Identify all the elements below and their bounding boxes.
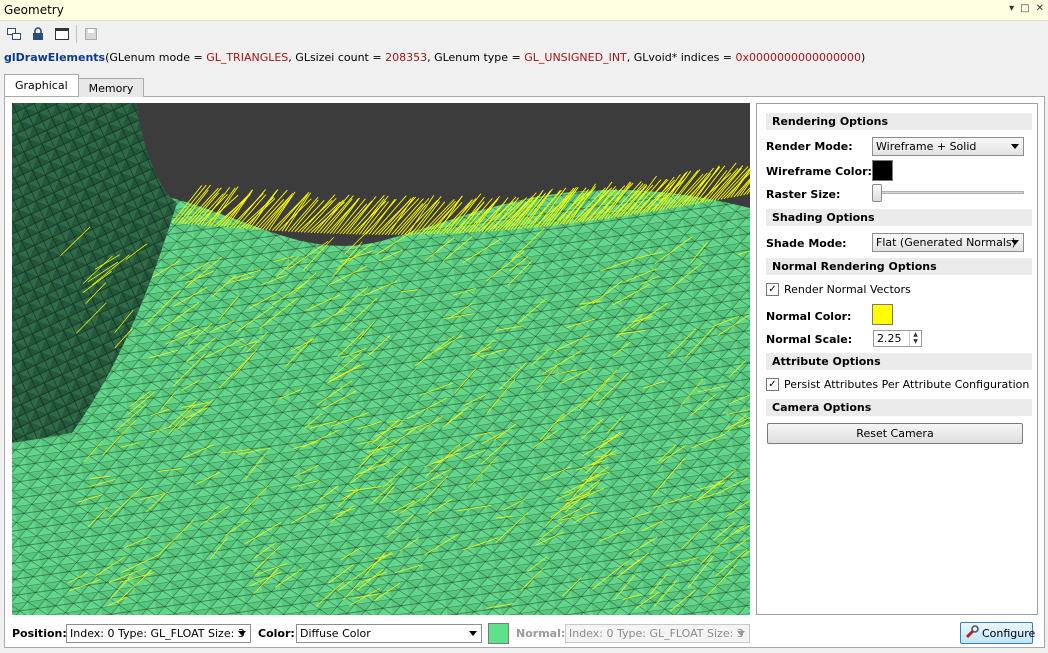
normal-label: Normal:	[516, 627, 566, 640]
geometry-viewport[interactable]	[12, 103, 750, 615]
param-value: 208353	[385, 51, 428, 64]
toolbar	[0, 21, 1048, 46]
configure-button[interactable]: Configure	[960, 622, 1036, 644]
checkbox-box[interactable]: ✓	[766, 283, 779, 296]
shade-mode-select[interactable]: Flat (Generated Normals)	[872, 233, 1024, 252]
wrench-icon	[965, 624, 979, 642]
window-controls: ▾ □ ✕	[1009, 3, 1044, 14]
dropdown-icon[interactable]: ▾	[1009, 3, 1014, 14]
windows-icon[interactable]	[4, 24, 24, 44]
position-select[interactable]: Index: 0 Type: GL_FLOAT Size: 3	[66, 624, 251, 643]
configure-label: Configure	[982, 626, 1036, 640]
param-value: 0x0000000000000000	[735, 51, 862, 64]
attribute-bar: Position: Index: 0 Type: GL_FLOAT Size: …	[12, 623, 1042, 644]
save-icon[interactable]	[81, 24, 101, 44]
param-value: GL_UNSIGNED_INT	[524, 51, 627, 64]
raster-size-label: Raster Size:	[766, 188, 841, 201]
maximize-icon[interactable]: □	[1020, 3, 1029, 14]
rendering-options-header: Rendering Options	[766, 113, 1032, 130]
normal-color-label: Normal Color:	[766, 310, 852, 323]
api-call-line: glDrawElements(GLenum mode = GL_TRIANGLE…	[4, 51, 865, 64]
shade-mode-value: Flat (Generated Normals)	[876, 236, 1016, 249]
normal-scale-spinbox[interactable]: 2.25 ▲ ▼	[873, 330, 922, 347]
param-text: , GLsizei count =	[288, 51, 386, 64]
tab-bar: Graphical Memory	[4, 74, 145, 97]
title-bar: Geometry ▾ □ ✕	[0, 0, 1048, 21]
chevron-down-icon	[238, 631, 246, 636]
diffuse-color-swatch[interactable]	[488, 623, 509, 644]
raster-size-track[interactable]	[872, 191, 1024, 194]
position-label: Position:	[12, 627, 67, 640]
lock-icon[interactable]	[28, 24, 48, 44]
chevron-down-icon	[1011, 240, 1019, 245]
normal-color-swatch[interactable]	[872, 304, 893, 325]
param-value: GL_TRIANGLES	[206, 51, 289, 64]
normal-select[interactable]: Index: 0 Type: GL_FLOAT Size: 3	[565, 624, 750, 643]
wireframe-color-label: Wireframe Color:	[766, 165, 872, 178]
mesh-render	[12, 103, 750, 615]
raster-size-thumb[interactable]	[872, 184, 882, 202]
persist-attributes-checkbox[interactable]: ✓ Persist Attributes Per Attribute Confi…	[766, 378, 1029, 391]
persist-attributes-label: Persist Attributes Per Attribute Configu…	[784, 378, 1030, 391]
attribute-options-header: Attribute Options	[766, 353, 1032, 370]
options-panel: Rendering Options Render Mode: Wireframe…	[756, 103, 1038, 615]
render-mode-value: Wireframe + Solid	[876, 140, 977, 153]
function-name: glDrawElements	[4, 51, 106, 64]
render-mode-select[interactable]: Wireframe + Solid	[872, 137, 1024, 156]
chevron-down-icon	[469, 631, 477, 636]
chevron-down-icon	[737, 631, 745, 636]
close-icon[interactable]: ✕	[1036, 3, 1044, 14]
render-normals-checkbox[interactable]: ✓ Render Normal Vectors	[766, 283, 911, 296]
spin-arrows-icon[interactable]: ▲ ▼	[909, 331, 921, 346]
chevron-down-icon	[1011, 144, 1019, 149]
normal-value: Index: 0 Type: GL_FLOAT Size: 3	[569, 627, 744, 640]
reset-camera-button[interactable]: Reset Camera	[767, 423, 1023, 444]
tab-graphical[interactable]: Graphical	[4, 74, 79, 96]
render-mode-label: Render Mode:	[766, 140, 853, 153]
camera-options-header: Camera Options	[766, 399, 1032, 416]
render-normals-label: Render Normal Vectors	[784, 283, 911, 296]
window-title: Geometry	[4, 3, 64, 17]
window-icon[interactable]	[52, 24, 72, 44]
param-text: )	[861, 51, 866, 64]
normal-scale-label: Normal Scale:	[766, 333, 853, 346]
param-text: , GLvoid* indices =	[626, 51, 736, 64]
color-value: Diffuse Color	[300, 627, 371, 640]
param-text: (GLenum mode =	[105, 51, 207, 64]
tab-memory[interactable]: Memory	[77, 78, 145, 97]
normal-scale-value: 2.25	[877, 332, 902, 345]
normal-rendering-header: Normal Rendering Options	[766, 258, 1032, 275]
shading-options-header: Shading Options	[766, 209, 1032, 226]
toolbar-separator	[76, 24, 77, 43]
shade-mode-label: Shade Mode:	[766, 237, 847, 250]
color-select[interactable]: Diffuse Color	[296, 624, 482, 643]
position-value: Index: 0 Type: GL_FLOAT Size: 3	[70, 627, 245, 640]
checkbox-box[interactable]: ✓	[766, 378, 779, 391]
color-label: Color:	[258, 627, 295, 640]
wireframe-color-swatch[interactable]	[872, 160, 893, 181]
param-text: , GLenum type =	[427, 51, 525, 64]
